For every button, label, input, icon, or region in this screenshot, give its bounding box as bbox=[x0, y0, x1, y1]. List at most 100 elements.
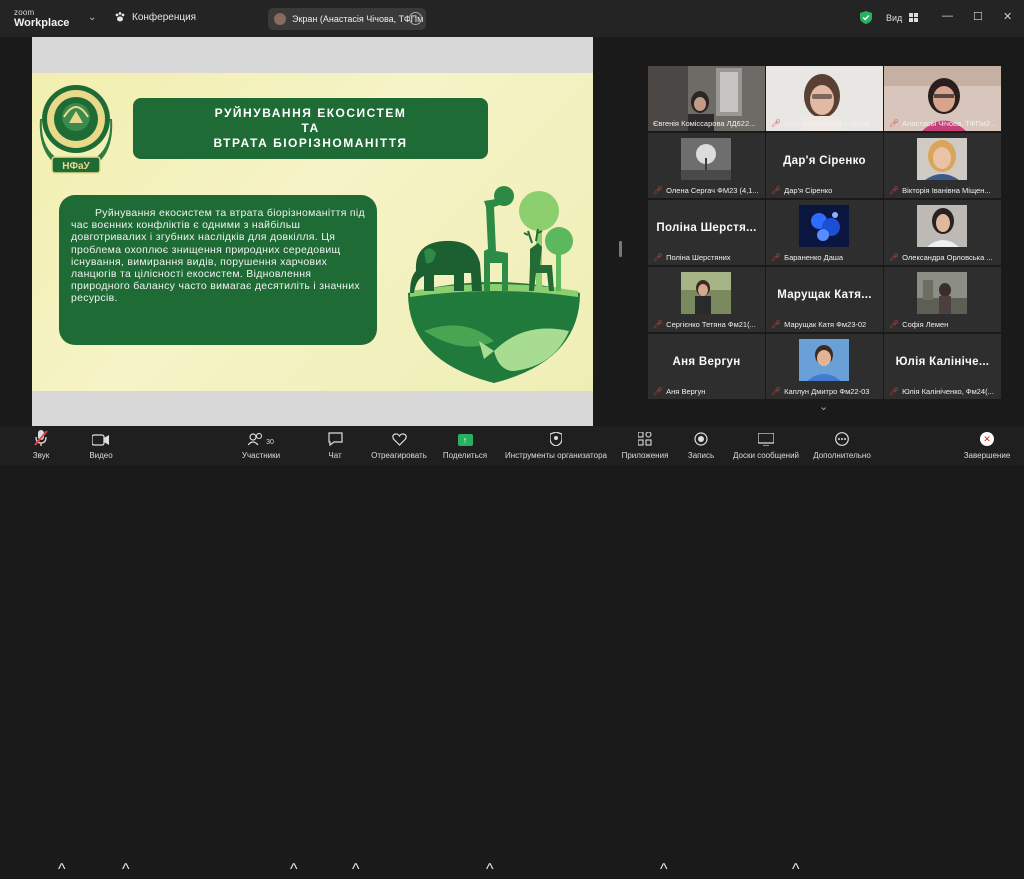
end-call-icon: ✕ bbox=[980, 432, 994, 446]
title-line2: ТА bbox=[301, 121, 320, 135]
participant-display-name: Марущак Катя... bbox=[777, 289, 872, 301]
participant-name: Сергієнко Тетяна Фм21(... bbox=[666, 320, 756, 329]
shared-screen: НФаУ РУЙНУВАННЯ ЕКОСИСТЕМ ТА ВТРАТА БІОР… bbox=[32, 37, 593, 426]
audio-button[interactable]: Звук bbox=[26, 426, 56, 465]
screen-share-indicator[interactable]: Экран (Анастасія Чічова, ТФПм ··· bbox=[268, 8, 426, 30]
chat-label: Чат bbox=[328, 451, 342, 460]
participant-tile[interactable]: 🎤︎ Каплун Дмитро Фм22-03 bbox=[766, 334, 883, 399]
mic-muted-icon: 🎤︎ bbox=[889, 253, 900, 262]
profile-photo bbox=[681, 138, 731, 180]
slide-content: НФаУ РУЙНУВАННЯ ЕКОСИСТЕМ ТА ВТРАТА БІОР… bbox=[32, 73, 593, 391]
share-options-icon[interactable]: ^ bbox=[486, 861, 494, 879]
mic-muted-icon: 🎤︎ bbox=[889, 320, 900, 329]
participant-tile[interactable]: 🎤︎ Анастасія Чічова, ТФПм2... bbox=[884, 66, 1001, 131]
shield-check-icon[interactable] bbox=[860, 11, 872, 24]
participant-tile[interactable]: 🎤︎ Сергієнко Тетяна Фм21(... bbox=[648, 267, 765, 332]
profile-photo bbox=[917, 138, 967, 180]
slide-title: РУЙНУВАННЯ ЕКОСИСТЕМ ТА ВТРАТА БІОРІЗНОМ… bbox=[133, 98, 488, 159]
host-tools-label: Инструменты организатора bbox=[505, 451, 607, 460]
react-label: Отреагировать bbox=[371, 451, 427, 460]
chat-options-icon[interactable]: ^ bbox=[352, 861, 360, 879]
participant-tile[interactable]: 🎤︎ Анастасія Рижук 1 група bbox=[766, 66, 883, 131]
mic-muted-icon: 🎤︎ bbox=[653, 387, 664, 396]
mic-muted-icon: 🎤︎ bbox=[653, 253, 664, 262]
participant-tile[interactable]: Юлія Калініче... 🎤︎ Юлія Калініченко, Фм2… bbox=[884, 334, 1001, 399]
close-icon[interactable]: ✕ bbox=[1003, 10, 1012, 23]
slide-body: Руйнування екосистем та втрата біорізном… bbox=[59, 195, 377, 345]
split-view-handle[interactable] bbox=[619, 241, 622, 257]
meeting-toolbar: Звук ^ Видео ^ 30 Участники ^ Чат ^ Отре… bbox=[0, 426, 1024, 878]
paw-icon bbox=[115, 12, 125, 22]
minimize-icon[interactable]: — bbox=[942, 10, 953, 22]
participant-tile[interactable]: 🎤︎ Софія Лемен bbox=[884, 267, 1001, 332]
participant-name: Поліна Шерстяних bbox=[666, 253, 731, 262]
participant-name: Марущак Катя Фм23-02 bbox=[784, 320, 867, 329]
participant-name-row: 🎤︎ Анастасія Чічова, ТФПм2... bbox=[889, 119, 998, 128]
apps-options-icon[interactable]: ^ bbox=[660, 861, 668, 879]
participant-name: Каплун Дмитро Фм22-03 bbox=[784, 387, 870, 396]
participant-name-row: 🎤︎ Олена Сергач ФМ23 (4,1... bbox=[653, 186, 762, 195]
react-button[interactable]: Отреагировать bbox=[370, 426, 428, 465]
record-button[interactable]: Запись bbox=[684, 426, 718, 465]
gallery-next-chevron-icon[interactable]: ⌄ bbox=[819, 400, 828, 413]
participant-tile[interactable]: Поліна Шерстя... 🎤︎ Поліна Шерстяних bbox=[648, 200, 765, 265]
mic-muted-icon: 🎤︎ bbox=[771, 320, 782, 329]
grid-icon bbox=[908, 13, 918, 22]
participant-name-row: 🎤︎ Сергієнко Тетяна Фм21(... bbox=[653, 320, 762, 329]
participant-name-row: 🎤︎ Софія Лемен bbox=[889, 320, 998, 329]
participant-display-name: Аня Вергун bbox=[672, 356, 741, 368]
video-options-icon[interactable]: ^ bbox=[122, 861, 130, 879]
participant-name: Вікторія Іванівна Міщен... bbox=[902, 186, 991, 195]
emblem-text: НФаУ bbox=[62, 161, 90, 172]
participants-icon bbox=[248, 433, 263, 446]
more-icon bbox=[835, 432, 849, 446]
profile-photo bbox=[917, 272, 967, 314]
participant-name-row: 🎤︎ Поліна Шерстяних bbox=[653, 253, 762, 262]
participant-tile[interactable]: Євгенія Комісcарова ЛД622... bbox=[648, 66, 765, 131]
video-button[interactable]: Видео bbox=[86, 426, 116, 465]
participant-name-row: 🎤︎ Марущак Катя Фм23-02 bbox=[771, 320, 880, 329]
mic-muted-icon bbox=[34, 430, 48, 446]
view-button[interactable]: Вид bbox=[886, 13, 918, 23]
more-label: Дополнительно bbox=[813, 451, 871, 460]
profile-photo bbox=[799, 339, 849, 381]
apps-label: Приложения bbox=[621, 451, 669, 460]
more-options-icon[interactable]: ··· bbox=[409, 12, 422, 25]
whiteboards-button[interactable]: Доски сообщений bbox=[728, 426, 804, 465]
more-button[interactable]: Дополнительно bbox=[810, 426, 874, 465]
conference-info-button[interactable]: Конференция bbox=[114, 11, 196, 23]
profile-photo bbox=[799, 205, 849, 247]
participant-name-row: 🎤︎ Олександра Орловська ... bbox=[889, 253, 998, 262]
participant-tile[interactable]: 🎤︎ Вікторія Іванівна Міщен... bbox=[884, 133, 1001, 198]
audio-options-icon[interactable]: ^ bbox=[58, 861, 66, 879]
participant-tile[interactable]: Марущак Катя... 🎤︎ Марущак Катя Фм23-02 bbox=[766, 267, 883, 332]
mic-muted-icon: 🎤︎ bbox=[771, 119, 782, 128]
participant-tile[interactable]: Аня Вергун 🎤︎ Аня Вергун bbox=[648, 334, 765, 399]
host-tools-button[interactable]: Инструменты организатора bbox=[504, 426, 608, 465]
body-text: Руйнування екосистем та втрата біорізном… bbox=[71, 207, 365, 305]
participant-tile[interactable]: 🎤︎ Олена Сергач ФМ23 (4,1... bbox=[648, 133, 765, 198]
chat-button[interactable]: Чат bbox=[322, 426, 348, 465]
participant-name: Юлія Калініченко, Фм24(... bbox=[902, 387, 994, 396]
share-label: Поделиться bbox=[442, 451, 488, 460]
participants-options-icon[interactable]: ^ bbox=[290, 861, 298, 879]
profile-photo bbox=[681, 272, 731, 314]
avatar bbox=[274, 13, 286, 25]
video-label: Видео bbox=[89, 451, 113, 460]
whiteboards-options-icon[interactable]: ^ bbox=[792, 861, 800, 879]
participants-button[interactable]: 30 Участники bbox=[238, 426, 284, 465]
end-meeting-button[interactable]: ✕ Завершение bbox=[960, 426, 1014, 465]
participant-tile[interactable]: Дар'я Сіренко 🎤︎ Дар'я Сіренко bbox=[766, 133, 883, 198]
mic-muted-icon: 🎤︎ bbox=[771, 253, 782, 262]
apps-button[interactable]: Приложения bbox=[620, 426, 670, 465]
mic-muted-icon: 🎤︎ bbox=[771, 387, 782, 396]
chevron-down-icon[interactable]: ⌄ bbox=[88, 12, 96, 23]
participant-tile[interactable]: 🎤︎ Бараненко Даша bbox=[766, 200, 883, 265]
share-button[interactable]: ↑ Поделиться bbox=[442, 426, 488, 465]
participant-name: Анастасія Рижук 1 група bbox=[784, 119, 869, 128]
participant-name-row: 🎤︎ Анастасія Рижук 1 група bbox=[771, 119, 880, 128]
participant-tile[interactable]: 🎤︎ Олександра Орловська ... bbox=[884, 200, 1001, 265]
participant-name: Євгенія Комісcарова ЛД622... bbox=[653, 119, 756, 128]
screen-share-label: Экран (Анастасія Чічова, ТФПм bbox=[292, 14, 424, 24]
maximize-icon[interactable]: ☐ bbox=[973, 10, 983, 23]
